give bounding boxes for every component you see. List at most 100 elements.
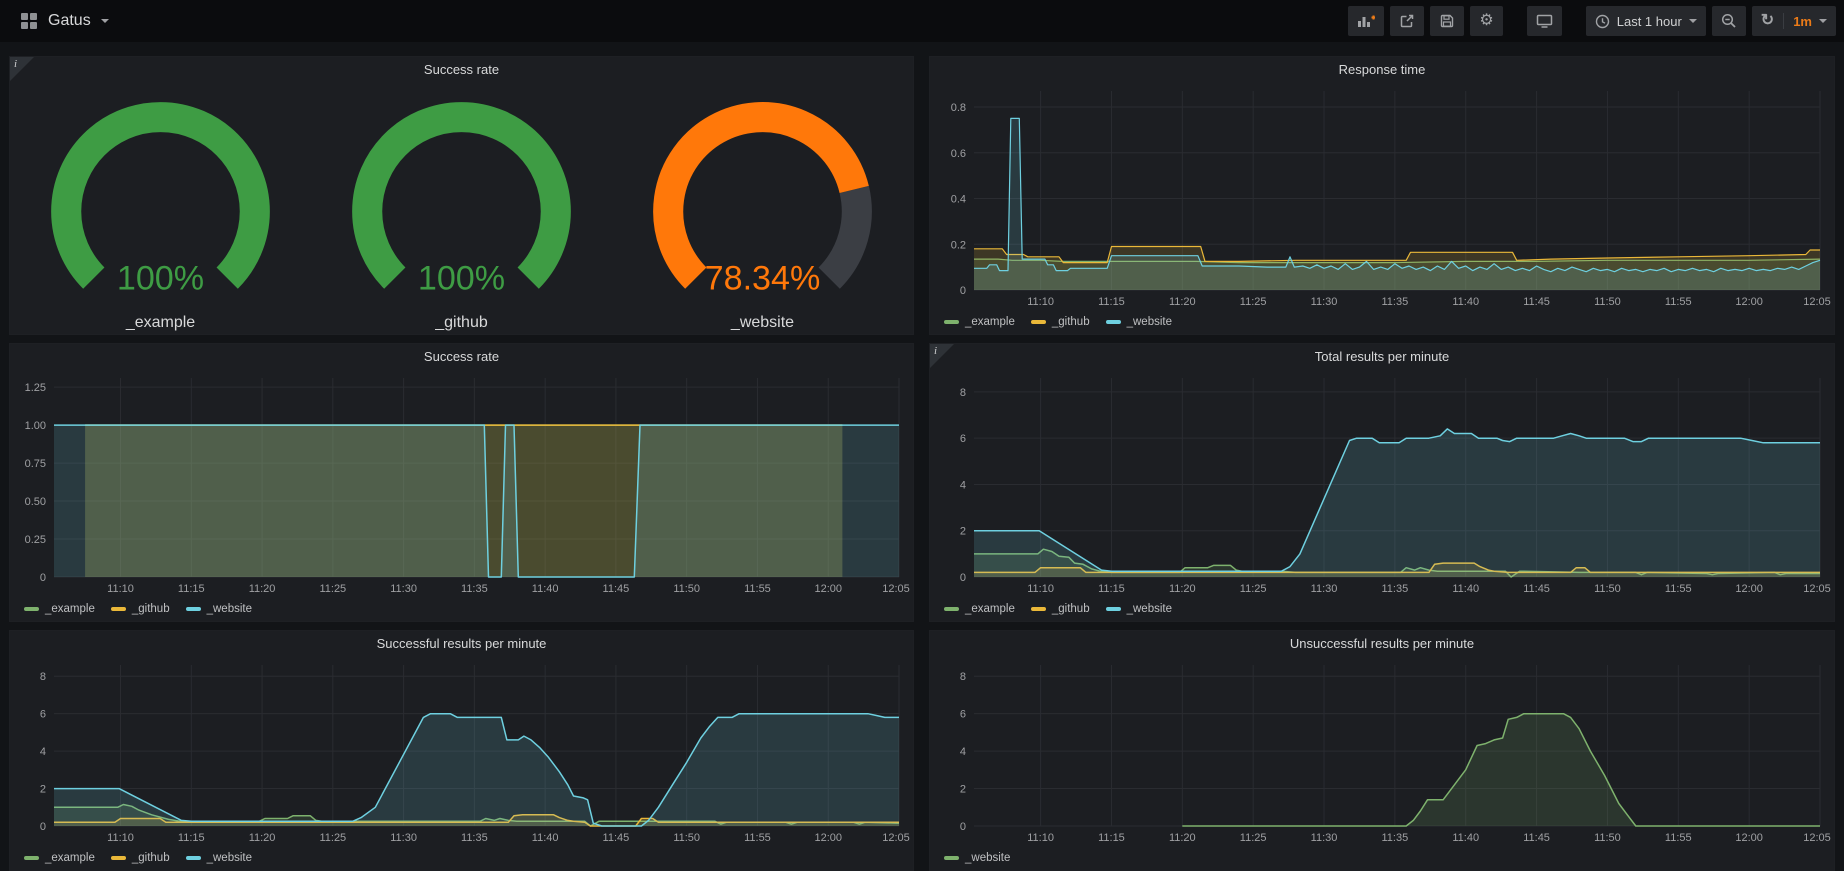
svg-text:0.8: 0.8: [951, 102, 966, 114]
legend-label: _example: [45, 852, 95, 864]
legend-item-_website[interactable]: _website: [186, 852, 252, 864]
svg-text:11:20: 11:20: [1169, 583, 1196, 595]
tv-mode-button[interactable]: [1527, 6, 1562, 36]
svg-text:11:55: 11:55: [1665, 583, 1692, 595]
svg-text:11:10: 11:10: [1027, 583, 1054, 595]
time-range-button[interactable]: Last 1 hour: [1586, 6, 1706, 36]
legend-label: _example: [965, 603, 1015, 615]
legend-label: _website: [1127, 316, 1172, 328]
legend-marker: [24, 607, 39, 611]
panel-title[interactable]: Success rate: [10, 344, 913, 370]
response-time-chart[interactable]: 00.20.40.60.811:1011:1511:2011:2511:3011…: [930, 83, 1834, 310]
navbar: Gatus: [0, 0, 1844, 42]
dashboard-picker[interactable]: Gatus: [8, 12, 109, 30]
panel-info-icon[interactable]: i: [10, 57, 34, 81]
svg-text:11:10: 11:10: [1027, 832, 1054, 844]
svg-text:11:45: 11:45: [1523, 296, 1550, 308]
legend-item-_github[interactable]: _github: [111, 603, 170, 615]
unsuccessful-results-chart[interactable]: 0246811:1011:1511:2011:2511:3011:3511:40…: [930, 657, 1834, 846]
legend-label: _website: [207, 603, 252, 615]
chevron-down-icon: [1819, 19, 1827, 23]
chart-legend: _example _github _website: [10, 597, 913, 621]
svg-text:8: 8: [960, 671, 966, 683]
legend-item-_website[interactable]: _website: [1106, 316, 1172, 328]
svg-text:11:40: 11:40: [1452, 832, 1479, 844]
svg-text:0: 0: [960, 821, 966, 833]
legend-marker: [1031, 607, 1046, 611]
series-fill-_website: [1182, 714, 1820, 826]
legend-marker: [111, 856, 126, 860]
svg-text:11:55: 11:55: [744, 832, 771, 844]
svg-text:11:45: 11:45: [603, 832, 630, 844]
svg-text:1.00: 1.00: [25, 420, 46, 432]
legend-item-_website[interactable]: _website: [944, 852, 1010, 864]
legend-label: _github: [1052, 603, 1090, 615]
svg-text:12:00: 12:00: [1735, 583, 1763, 595]
svg-text:11:30: 11:30: [390, 832, 417, 844]
svg-text:11:10: 11:10: [107, 832, 134, 844]
svg-text:11:55: 11:55: [744, 583, 771, 595]
legend-marker: [1106, 607, 1121, 611]
add-panel-button[interactable]: [1348, 6, 1384, 36]
refresh-button[interactable]: ↻: [1752, 6, 1783, 36]
successful-results-chart[interactable]: 0246811:1011:1511:2011:2511:3011:3511:40…: [10, 657, 913, 846]
panel-title[interactable]: Success rate: [10, 57, 913, 83]
zoom-out-button[interactable]: [1712, 6, 1746, 36]
svg-text:11:30: 11:30: [1311, 832, 1338, 844]
svg-text:11:40: 11:40: [1452, 296, 1479, 308]
legend-item-_example[interactable]: _example: [24, 603, 95, 615]
svg-text:11:30: 11:30: [1311, 296, 1338, 308]
share-button[interactable]: [1390, 6, 1424, 36]
panel-title[interactable]: Unsuccessful results per minute: [930, 631, 1834, 657]
svg-text:11:25: 11:25: [319, 832, 346, 844]
svg-text:11:55: 11:55: [1665, 296, 1692, 308]
legend-item-_website[interactable]: _website: [186, 603, 252, 615]
svg-text:11:15: 11:15: [178, 583, 205, 595]
svg-text:6: 6: [40, 709, 46, 721]
dashboard-title: Gatus: [48, 12, 91, 30]
gauge-label: _website: [731, 311, 794, 335]
svg-text:1.25: 1.25: [25, 382, 46, 394]
svg-text:11:25: 11:25: [1240, 296, 1267, 308]
legend-marker: [111, 607, 126, 611]
legend-item-_example[interactable]: _example: [24, 852, 95, 864]
gauge-arc: 100%: [10, 83, 311, 311]
svg-text:6: 6: [960, 709, 966, 721]
panel-title[interactable]: Total results per minute: [930, 344, 1834, 370]
legend-item-_example[interactable]: _example: [944, 316, 1015, 328]
grid-lines: [974, 665, 1820, 826]
total-results-chart[interactable]: 0246811:1011:1511:2011:2511:3011:3511:40…: [930, 370, 1834, 597]
chart-legend: _example _github _website: [930, 597, 1834, 621]
refresh-interval-button[interactable]: 1m: [1784, 6, 1836, 36]
legend-item-_github[interactable]: _github: [111, 852, 170, 864]
panel-title[interactable]: Response time: [930, 57, 1834, 83]
dashboard-grid-icon: [20, 12, 38, 30]
svg-text:2: 2: [40, 784, 46, 796]
panel-success-rate-gauges: i Success rate 100% _example 100% _githu…: [9, 56, 914, 335]
svg-text:11:50: 11:50: [1594, 832, 1621, 844]
panel-info-icon[interactable]: i: [930, 344, 954, 368]
svg-text:11:20: 11:20: [1169, 296, 1196, 308]
svg-text:11:15: 11:15: [1098, 832, 1125, 844]
svg-text:11:15: 11:15: [178, 832, 205, 844]
series-fill-_website: [54, 425, 899, 577]
svg-text:12:00: 12:00: [1735, 296, 1763, 308]
svg-text:0.6: 0.6: [951, 148, 966, 160]
svg-text:11:45: 11:45: [1523, 583, 1550, 595]
legend-item-_website[interactable]: _website: [1106, 603, 1172, 615]
save-button[interactable]: [1430, 6, 1464, 36]
legend-item-_example[interactable]: _example: [944, 603, 1015, 615]
legend-marker: [944, 607, 959, 611]
svg-text:8: 8: [40, 671, 46, 683]
svg-text:0.4: 0.4: [951, 194, 966, 206]
svg-text:0.2: 0.2: [951, 239, 966, 251]
svg-text:12:05: 12:05: [882, 832, 910, 844]
svg-text:11:35: 11:35: [1382, 296, 1409, 308]
legend-item-_github[interactable]: _github: [1031, 316, 1090, 328]
svg-text:4: 4: [960, 479, 966, 491]
panel-title[interactable]: Successful results per minute: [10, 631, 913, 657]
success-rate-chart[interactable]: 00.250.500.751.001.2511:1011:1511:2011:2…: [10, 370, 913, 597]
settings-button[interactable]: ⚙: [1470, 6, 1502, 36]
legend-item-_github[interactable]: _github: [1031, 603, 1090, 615]
legend-label: _website: [1127, 603, 1172, 615]
